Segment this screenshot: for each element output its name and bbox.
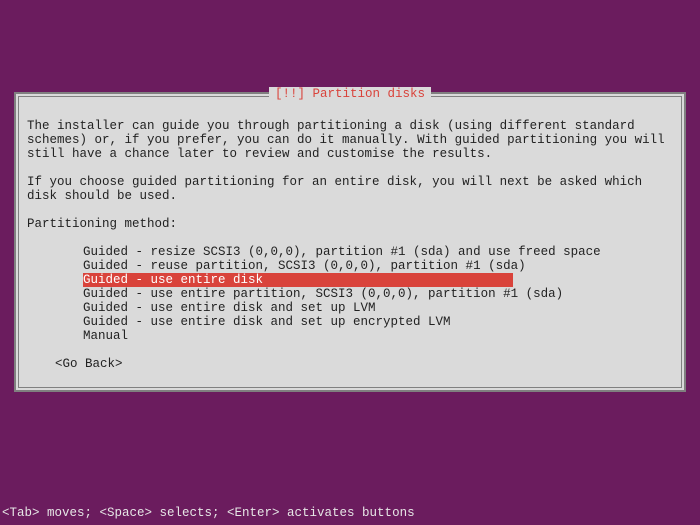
dialog-paragraph-2: If you choose guided partitioning for an… <box>27 175 673 203</box>
dialog-paragraph-1: The installer can guide you through part… <box>27 119 673 161</box>
partition-method-label: Partitioning method: <box>27 217 673 231</box>
option-manual[interactable]: Manual <box>83 329 128 343</box>
option-lvm[interactable]: Guided - use entire disk and set up LVM <box>83 301 376 315</box>
option-reuse-partition[interactable]: Guided - reuse partition, SCSI3 (0,0,0),… <box>83 259 526 273</box>
dialog-inner: [!!] Partition disks The installer can g… <box>18 96 682 388</box>
option-encrypted-lvm[interactable]: Guided - use entire disk and set up encr… <box>83 315 451 329</box>
partition-dialog: [!!] Partition disks The installer can g… <box>14 92 686 392</box>
partition-method-options: Guided - resize SCSI3 (0,0,0), partition… <box>83 245 673 343</box>
dialog-body: The installer can guide you through part… <box>27 119 673 371</box>
option-resize[interactable]: Guided - resize SCSI3 (0,0,0), partition… <box>83 245 601 259</box>
dialog-title: [!!] Partition disks <box>269 87 431 101</box>
option-use-entire-disk[interactable]: Guided - use entire disk <box>83 273 513 287</box>
go-back-button[interactable]: <Go Back> <box>55 357 673 371</box>
help-bar: <Tab> moves; <Space> selects; <Enter> ac… <box>0 504 700 522</box>
option-use-entire-partition[interactable]: Guided - use entire partition, SCSI3 (0,… <box>83 287 563 301</box>
